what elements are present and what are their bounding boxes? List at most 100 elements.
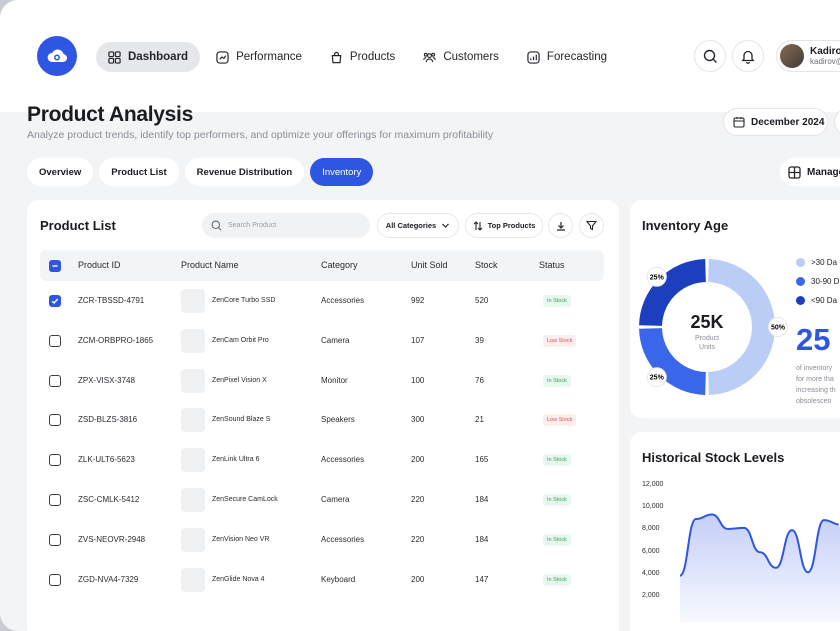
nav-products-label: Products xyxy=(349,51,396,63)
top-products-sort[interactable]: Top Products xyxy=(465,213,543,238)
nav-performance-label: Performance xyxy=(236,51,302,63)
product-thumbnail xyxy=(181,527,205,552)
manage-button[interactable]: Manage xyxy=(780,158,840,186)
cell-product-name: ZenCore Turbo SSD xyxy=(212,297,276,304)
nav-products[interactable]: Products xyxy=(318,42,407,72)
select-all-checkbox[interactable] xyxy=(49,259,61,272)
product-search-input[interactable]: Search Product xyxy=(202,213,370,238)
cell-stock: 147 xyxy=(475,574,489,584)
row-checkbox[interactable] xyxy=(49,374,61,387)
notifications-button[interactable] xyxy=(732,40,764,72)
table-row[interactable]: ZSD-BLZS-3816 ZenSound Blaze S Speakers 300… xyxy=(40,400,604,440)
row-checkbox[interactable] xyxy=(49,533,61,546)
table-row[interactable]: ZLK-ULT6-5623 ZenLink Ultra 6 Accessories 2… xyxy=(40,440,604,480)
app-logo[interactable] xyxy=(37,36,77,76)
product-list-card: Product List Search Product All Categori… xyxy=(27,200,619,631)
column-header-unit-sold[interactable]: Unit Sold xyxy=(411,250,448,281)
row-checkbox[interactable] xyxy=(49,334,61,347)
date-label: December 2024 xyxy=(751,116,825,128)
y-tick-label: 12,000 xyxy=(642,481,664,488)
date-picker-button[interactable]: December 2024 xyxy=(723,108,828,136)
legend-item: 30-90 D xyxy=(796,277,839,286)
download-button[interactable] xyxy=(548,213,573,238)
nav-performance[interactable]: Performance xyxy=(204,42,314,72)
bag-icon xyxy=(331,51,342,63)
extra-filter-button[interactable] xyxy=(834,108,840,136)
user-menu[interactable]: Kadirov kadirov@ xyxy=(776,40,840,72)
table-row[interactable]: ZGD-NVA4-7329 ZenGlide Nova 4 Keyboard 200 1… xyxy=(40,560,604,600)
filter-button[interactable] xyxy=(579,213,604,238)
donut-center-value: 25K xyxy=(690,312,723,332)
cell-category: Keyboard xyxy=(321,574,356,584)
historical-stock-title: Historical Stock Levels xyxy=(642,450,785,465)
page-subtitle: Analyze product trends, identify top per… xyxy=(27,129,494,141)
table-header: Product ID Product Name Category Unit So… xyxy=(40,250,604,281)
row-checkbox[interactable] xyxy=(49,295,61,307)
table-row[interactable]: ZCR-TBSSD-4791 ZenCore Turbo SSD Accessori… xyxy=(40,281,604,321)
column-header-product-name[interactable]: Product Name xyxy=(181,250,239,281)
row-checkbox[interactable] xyxy=(49,494,61,506)
tab-overview[interactable]: Overview xyxy=(27,158,94,186)
stock-area xyxy=(680,514,840,622)
cell-unit-sold: 200 xyxy=(411,455,425,465)
legend-dot xyxy=(796,258,805,267)
y-tick-label: 4,000 xyxy=(642,569,660,577)
chevron-down-icon xyxy=(442,223,450,228)
inventory-age-card: Inventory Age 50% 25% 25% 25K Product Units >… xyxy=(630,200,840,418)
cell-stock: 39 xyxy=(475,335,484,345)
cell-product-name: ZenCam Orbit Pro xyxy=(212,336,269,344)
download-icon xyxy=(556,221,565,231)
tab-revenue-distribution[interactable]: Revenue Distribution xyxy=(184,158,305,186)
nav-forecasting[interactable]: Forecasting xyxy=(515,42,619,72)
column-header-stock[interactable]: Stock xyxy=(475,250,498,281)
calendar-icon xyxy=(733,117,745,128)
product-thumbnail xyxy=(181,368,205,393)
cell-product-name: ZenVision Neo VR xyxy=(212,535,270,543)
product-thumbnail xyxy=(181,328,205,353)
cell-product-id: ZLK-ULT6-5623 xyxy=(78,455,135,465)
app-window: Dashboard Performance Products Customers… xyxy=(0,0,840,631)
column-header-product-id[interactable]: Product ID xyxy=(78,250,121,281)
cell-product-name: ZenPixel Vision X xyxy=(212,376,267,384)
status-badge: In Stock xyxy=(543,374,571,387)
donut-center-label: Product xyxy=(695,335,719,342)
tab-product-list[interactable]: Product List xyxy=(99,158,179,186)
cell-stock: 520 xyxy=(475,296,489,305)
cell-stock: 165 xyxy=(475,455,489,465)
cell-category: Speakers xyxy=(321,415,355,425)
forecast-icon xyxy=(527,50,540,64)
table-row[interactable]: ZSC-CMLK-5412 ZenSecure CamLock Camera 220 1… xyxy=(40,480,604,520)
table-row[interactable]: ZPX-VISX-3748 ZenPixel Vision X Monitor 100… xyxy=(40,361,604,401)
row-checkbox[interactable] xyxy=(49,573,61,586)
row-checkbox[interactable] xyxy=(49,454,61,467)
search-button[interactable] xyxy=(694,40,726,72)
cell-product-name: ZenGlide Nova 4 xyxy=(212,575,265,583)
legend-label: >30 Da xyxy=(811,258,838,267)
nav-dashboard-label: Dashboard xyxy=(128,51,189,63)
product-thumbnail xyxy=(181,448,205,473)
nav-customers[interactable]: Customers xyxy=(411,42,511,72)
top-header: Dashboard Performance Products Customers… xyxy=(0,0,840,112)
table-row[interactable]: ZVS-NEOVR-2948 ZenVision Neo VR Accessorie… xyxy=(40,520,604,560)
nav-forecasting-label: Forecasting xyxy=(546,51,608,63)
table-row[interactable]: ZCM-ORBPRO-1865 ZenCam Orbit Pro Camera 107… xyxy=(40,321,604,361)
legend-label: <90 Da xyxy=(811,296,838,305)
check-icon xyxy=(51,298,59,305)
bell-icon xyxy=(741,50,755,64)
tab-inventory[interactable]: Inventory xyxy=(310,158,374,186)
column-header-status[interactable]: Status xyxy=(539,250,565,281)
cloud-logo-icon xyxy=(47,49,68,63)
y-tick-label: 10,000 xyxy=(642,503,664,511)
inventory-highlight-value: 25 xyxy=(796,322,831,357)
cell-unit-sold: 300 xyxy=(411,415,425,425)
column-header-category[interactable]: Category xyxy=(321,250,358,281)
row-checkbox[interactable] xyxy=(49,414,61,427)
y-tick-label: 2,000 xyxy=(642,592,660,599)
category-filter-dropdown[interactable]: All Categories xyxy=(377,213,459,238)
nav-dashboard[interactable]: Dashboard xyxy=(96,42,201,72)
donut-center-label: Units xyxy=(699,344,715,351)
product-thumbnail xyxy=(181,488,205,512)
historical-stock-card: Historical Stock Levels 12,000 10,000 8,00… xyxy=(630,432,840,631)
slice-label: 25% xyxy=(650,274,665,281)
cell-product-name: ZenLink Ultra 6 xyxy=(212,456,260,464)
